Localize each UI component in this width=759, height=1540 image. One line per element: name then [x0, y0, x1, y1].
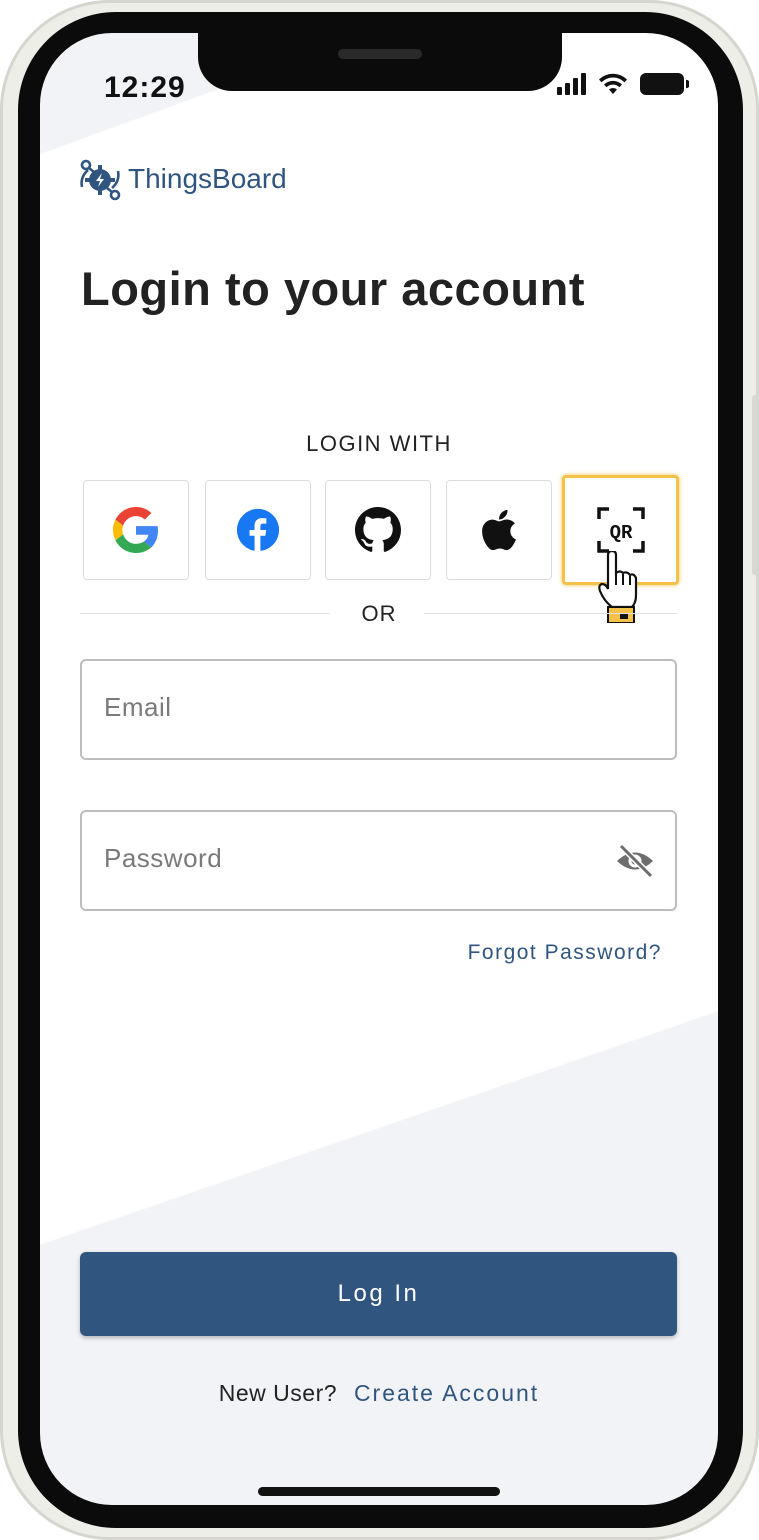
password-field[interactable] — [80, 810, 677, 911]
log-in-button[interactable]: Log In — [80, 1252, 677, 1336]
google-icon — [113, 507, 159, 553]
email-field[interactable] — [80, 659, 677, 760]
password-input[interactable] — [102, 842, 586, 875]
google-login-button[interactable] — [83, 480, 189, 580]
home-indicator[interactable] — [258, 1487, 500, 1496]
notch — [198, 33, 562, 91]
forgot-password-link[interactable]: Forgot Password? — [468, 941, 662, 965]
battery-icon — [640, 73, 689, 95]
create-account-link[interactable]: Create Account — [354, 1380, 539, 1406]
signup-prompt: New User? Create Account — [40, 1380, 718, 1407]
signal-icon — [557, 73, 586, 95]
apple-login-button[interactable] — [446, 480, 552, 580]
wifi-icon — [599, 73, 627, 94]
brand-logo: ThingsBoard — [78, 157, 287, 201]
qr-code-icon: QR — [596, 507, 645, 553]
status-time: 12:29 — [104, 71, 186, 104]
divider-or-text: OR — [361, 601, 397, 626]
apple-icon — [482, 509, 516, 551]
github-login-button[interactable] — [325, 480, 431, 580]
eye-off-icon[interactable] — [615, 844, 655, 878]
login-with-heading: LOGIN WITH — [306, 431, 452, 456]
facebook-icon — [236, 508, 280, 552]
thingsboard-logo-icon — [80, 159, 121, 201]
facebook-login-button[interactable] — [205, 480, 311, 580]
phone-side-button — [752, 395, 758, 575]
app-screen: 12:29 ThingsBoard Login to your account … — [40, 33, 718, 1505]
email-input[interactable] — [102, 691, 586, 724]
status-icons — [557, 73, 689, 95]
qr-label: QR — [609, 522, 632, 544]
github-icon — [355, 507, 401, 552]
speaker-grille — [338, 49, 422, 59]
new-user-text: New User? — [218, 1380, 338, 1406]
brand-name: ThingsBoard — [128, 163, 287, 194]
page-title: Login to your account — [81, 262, 585, 315]
